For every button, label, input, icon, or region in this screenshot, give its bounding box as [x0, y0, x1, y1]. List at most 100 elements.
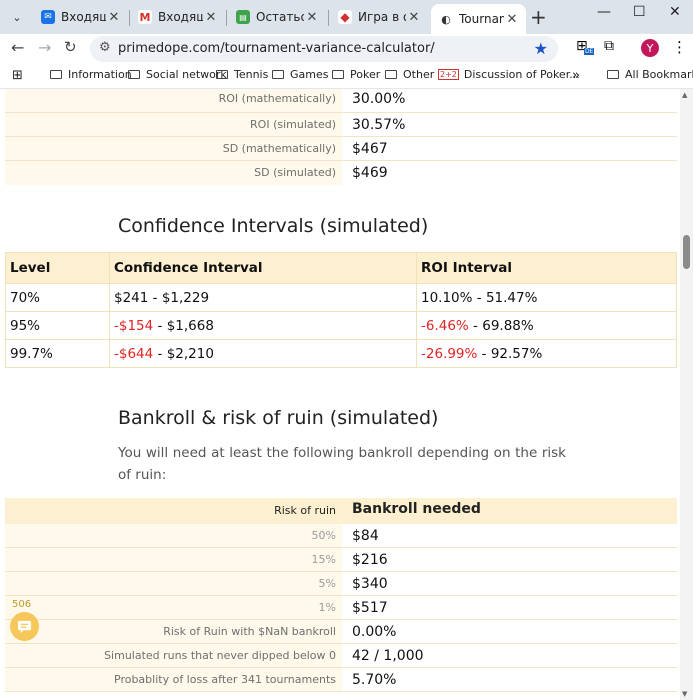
confidence-heading: Confidence Intervals (simulated) [118, 215, 429, 237]
tab-stay[interactable]: ▤ Остаться в ✕ [228, 4, 326, 30]
bookmark-discussion[interactable]: 2+2 Discussion of Poker... [438, 68, 580, 81]
diamond-icon: ◆ [338, 10, 352, 24]
tab-title: Tournament [459, 12, 504, 26]
bankroll-value: $517 [342, 596, 677, 619]
bookmark-tennis[interactable]: Tennis [216, 68, 268, 81]
primedope-icon: ◐ [439, 12, 453, 26]
header-roi-interval: ROI Interval [416, 252, 677, 284]
folder-icon [272, 70, 284, 79]
bankroll-value: $340 [342, 572, 677, 595]
close-tab-icon[interactable]: ✕ [406, 10, 422, 25]
close-window-icon[interactable]: ✕ [669, 4, 681, 20]
chat-button[interactable] [10, 612, 39, 641]
tab-search-icon[interactable]: ⌄ [6, 6, 28, 28]
address-bar[interactable]: ⚙ primedope.com/tournament-variance-calc… [90, 36, 558, 62]
extensions-puzzle-icon[interactable]: ⧉ [604, 38, 614, 54]
more-bookmarks-icon[interactable]: » [572, 68, 580, 83]
tab-separator [328, 10, 329, 26]
bankroll-value: $216 [342, 548, 677, 571]
tab-mail-1[interactable]: ✉ Входящие ✕ [33, 4, 128, 30]
maximize-icon[interactable]: ☐ [633, 4, 646, 20]
level-cell: 70% [5, 283, 110, 312]
translate-extension-icon[interactable]: ⊞ DE [576, 38, 595, 55]
scrollbar-thumb[interactable] [683, 235, 690, 269]
tab-strip: ⌄ ✉ Входящие ✕ M Входящие ✕ ▤ Остаться в… [0, 0, 693, 34]
header-risk-of-ruin: Risk of ruin [274, 504, 336, 517]
menu-dots-icon[interactable]: ⋮ [672, 38, 687, 56]
table-header-row: Level Confidence Interval ROI Interval [5, 252, 677, 284]
profile-avatar[interactable]: Y [641, 39, 659, 57]
tab-tournament[interactable]: ◐ Tournament ✕ [431, 4, 526, 34]
page-scrollbar[interactable]: ▲ ▼ [680, 89, 693, 700]
bookmark-poker[interactable]: Poker [332, 68, 380, 81]
ci-low: -$644 [114, 345, 154, 362]
ci-cell: $241 - $1,229 [109, 283, 417, 312]
toolbar: ← → ↻ ⚙ primedope.com/tournament-varianc… [0, 34, 693, 62]
close-tab-icon[interactable]: ✕ [203, 10, 219, 25]
reload-icon[interactable]: ↻ [64, 38, 77, 56]
ci-high: $1,229 [161, 289, 210, 306]
mail-icon: ✉ [41, 10, 55, 24]
stat-row-roi-math: ROI (mathematically) 30.00% [5, 89, 677, 113]
folder-icon [216, 70, 228, 79]
bankroll-heading: Bankroll & risk of ruin (simulated) [118, 407, 439, 429]
bankroll-header-row: Risk of ruin Bankroll needed [5, 498, 677, 524]
chat-badge: 506 [12, 599, 32, 610]
ci-cell: -$644 - $2,210 [109, 339, 417, 368]
back-icon[interactable]: ← [11, 38, 24, 57]
gmail-icon: M [138, 10, 152, 24]
table-row: 99.7% -$644 - $2,210 -26.99% - 92.57% [5, 339, 677, 368]
site-info-icon[interactable]: ⚙ [99, 40, 111, 55]
close-tab-icon[interactable]: ✕ [304, 10, 320, 25]
minimize-icon[interactable]: — [597, 4, 611, 20]
table-row: 95% -$154 - $1,668 -6.46% - 69.88% [5, 311, 677, 340]
stat-value: $467 [342, 137, 677, 160]
stat-label: SD (mathematically) [222, 142, 336, 155]
tab-title: Игра в онл [358, 10, 406, 24]
stat-label: ROI (mathematically) [218, 92, 336, 105]
level-cell: 99.7% [5, 339, 110, 368]
all-bookmarks[interactable]: All Bookmarks [607, 68, 693, 81]
roi-low: -6.46% [421, 317, 469, 334]
folder-icon [385, 70, 397, 79]
new-tab-icon[interactable]: + [530, 5, 547, 29]
forward-icon[interactable]: → [38, 38, 51, 57]
bankroll-row: 15% $216 [5, 548, 677, 572]
bookmark-label: Information [68, 68, 132, 81]
bookmark-label: Other [403, 68, 435, 81]
bookmark-label: Poker [350, 68, 381, 81]
scroll-down-icon[interactable]: ▼ [682, 690, 687, 698]
folder-icon [332, 70, 344, 79]
stat-label: SD (simulated) [254, 166, 336, 179]
tab-online-game[interactable]: ◆ Игра в онл ✕ [330, 4, 428, 30]
roi-low: -26.99% [421, 345, 478, 362]
tab-title: Входящие [61, 10, 106, 24]
game-icon: ▤ [236, 10, 250, 24]
stat-value: 30.57% [342, 113, 677, 136]
bankroll-row: 5% $340 [5, 572, 677, 596]
roi-high: 69.88% [482, 317, 534, 334]
bookmark-label: Discussion of Poker... [463, 68, 580, 81]
url-text[interactable]: primedope.com/tournament-variance-calcul… [118, 41, 435, 56]
bookmark-information[interactable]: Information [50, 68, 132, 81]
risk-label: Probablity of loss after 341 tournaments [114, 673, 336, 686]
close-tab-icon[interactable]: ✕ [504, 12, 520, 27]
bookmark-games[interactable]: Games [272, 68, 328, 81]
header-bankroll-needed: Bankroll needed [352, 501, 481, 517]
bookmark-social-network[interactable]: Social network [128, 68, 227, 81]
bookmarks-bar: ⊞ Information Social network Tennis Game… [0, 62, 693, 89]
scroll-up-icon[interactable]: ▲ [682, 91, 687, 99]
bankroll-row: Risk of Ruin with $NaN bankroll 0.00% [5, 620, 677, 644]
apps-grid-icon[interactable]: ⊞ [12, 68, 23, 83]
bookmark-other[interactable]: Other [385, 68, 434, 81]
close-tab-icon[interactable]: ✕ [106, 10, 122, 25]
folder-icon [607, 70, 619, 79]
level-cell: 95% [5, 311, 110, 340]
tab-gmail[interactable]: M Входящие ✕ [130, 4, 225, 30]
header-level: Level [5, 252, 110, 284]
ci-high: $1,668 [166, 317, 214, 334]
folder-icon [128, 70, 140, 79]
page-content: ROI (mathematically) 30.00% ROI (simulat… [0, 89, 680, 700]
stat-value: 30.00% [342, 89, 677, 112]
bookmark-star-icon[interactable]: ★ [534, 39, 548, 58]
